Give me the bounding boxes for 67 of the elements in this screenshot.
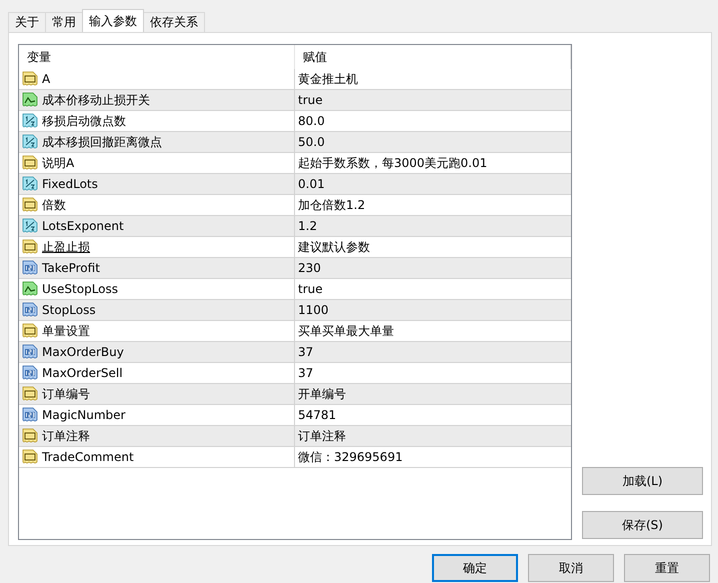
parameter-name: 订单注释 [42,428,90,444]
parameter-name: 移损启动微点数 [42,112,126,130]
parameter-value[interactable]: true [298,93,323,107]
parameter-value[interactable]: 50.0 [298,135,325,149]
parameter-value[interactable]: 0.01 [298,177,325,191]
parameter-name: StopLoss [42,303,96,317]
string-type-icon [22,323,38,339]
parameter-value[interactable]: 230 [298,261,321,275]
integer-type-icon [22,365,38,381]
parameter-value[interactable]: 订单注释 [298,429,346,443]
parameter-value[interactable]: 80.0 [298,114,325,128]
parameter-value[interactable]: 37 [298,345,314,359]
parameter-name: LotsExponent [42,219,124,233]
parameter-value[interactable]: 37 [298,366,314,380]
parameter-name: 倍数 [42,196,66,214]
parameter-value[interactable]: 起始手数系数，每3000美元跑0.01 [298,156,488,170]
side-button[interactable]: 加载(L) [582,467,703,495]
parameter-name: TradeComment [42,450,134,464]
integer-type-icon [22,344,38,360]
string-type-icon [22,155,38,171]
string-type-icon [22,239,38,255]
parameter-name: 说明A [42,154,74,172]
parameter-name: 止盈止损 [42,238,90,256]
parameter-name: UseStopLoss [42,282,118,296]
parameter-name: FixedLots [42,177,98,191]
tab[interactable]: 关于 [8,12,46,32]
parameter-value[interactable]: 54781 [298,408,336,422]
integer-type-icon [22,407,38,423]
parameter-value[interactable]: 1100 [298,303,329,317]
parameter-name: 单量设置 [42,322,90,340]
column-header[interactable]: 变量 [19,45,295,69]
parameter-value[interactable]: 黄金推土机 [298,72,358,86]
dialog-button[interactable]: 重置 [624,554,710,582]
string-type-icon [22,386,38,402]
parameter-value[interactable]: 买单买单最大单量 [298,324,394,338]
boolean-type-icon [22,92,38,108]
integer-type-icon [22,302,38,318]
parameter-value[interactable]: 建议默认参数 [298,240,370,254]
tab[interactable]: 依存关系 [143,12,205,32]
parameter-value[interactable]: 开单编号 [298,387,346,401]
parameter-value[interactable]: true [298,282,323,296]
dialog-button[interactable]: 确定 [432,554,518,582]
string-type-icon [22,428,38,444]
parameter-value[interactable]: 1.2 [298,219,318,233]
fraction-type-icon [22,113,38,129]
parameter-name: 订单编号 [42,386,90,402]
parameter-value[interactable]: 微信：329695691 [298,450,403,464]
parameter-name: MaxOrderSell [42,366,123,380]
integer-type-icon [22,260,38,276]
string-type-icon [22,71,38,87]
parameter-name: MaxOrderBuy [42,345,124,359]
parameter-name: TakeProfit [42,261,100,275]
boolean-type-icon [22,281,38,297]
fraction-type-icon [22,218,38,234]
parameter-name: MagicNumber [42,408,126,422]
parameter-name: 成本价移动止损开关 [42,92,150,108]
column-header[interactable]: 赋值 [295,45,571,69]
string-type-icon [22,449,38,465]
parameter-name: A [42,72,50,86]
fraction-type-icon [22,176,38,192]
string-type-icon [22,197,38,213]
side-button[interactable]: 保存(S) [582,511,703,539]
parameter-value[interactable]: 加仓倍数1.2 [298,198,366,212]
tab[interactable]: 输入参数 [82,9,144,32]
fraction-type-icon [22,134,38,150]
parameter-name: 成本移损回撤距离微点 [42,134,162,150]
dialog-button[interactable]: 取消 [528,554,614,582]
